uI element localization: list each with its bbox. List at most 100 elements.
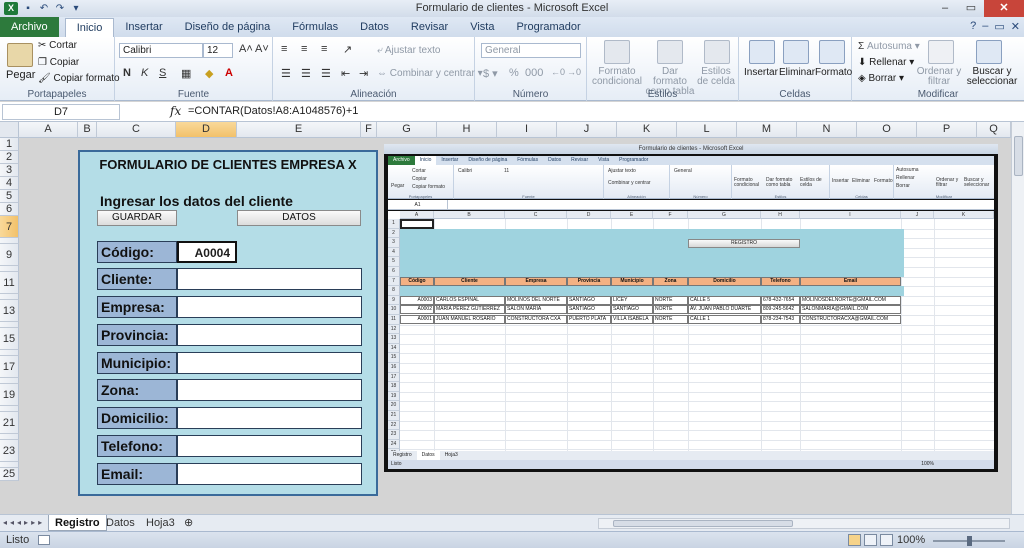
cell-styles-icon[interactable]	[704, 40, 730, 64]
percent-icon[interactable]: %	[509, 67, 519, 79]
insert-function-icon[interactable]: fx	[170, 104, 181, 118]
insert-sheet-icon[interactable]: ⊕	[178, 515, 199, 531]
tab-datos[interactable]: Datos	[349, 18, 400, 37]
excel-app-icon[interactable]: X	[4, 2, 18, 15]
sheet-tab-registro[interactable]: Registro	[48, 515, 107, 531]
row-header-11[interactable]: 11	[0, 272, 19, 294]
column-header-h[interactable]: H	[437, 122, 497, 138]
fill-color-icon[interactable]: ◆	[205, 67, 213, 80]
sort-filter-button[interactable]: Ordenar y filtrar	[916, 67, 962, 87]
row-header-17[interactable]: 17	[0, 356, 19, 378]
insert-button[interactable]: Insertar	[744, 67, 778, 78]
cell-styles-button[interactable]: Estilos de celda	[695, 67, 737, 87]
row-header-4[interactable]: 4	[0, 177, 19, 190]
font-size-select[interactable]: 12	[203, 43, 233, 58]
row-header-7[interactable]: 7	[0, 216, 19, 238]
sheet-tab-datos[interactable]: Datos	[100, 515, 141, 531]
comma-style-icon[interactable]: 000	[525, 67, 543, 79]
format-painter-button[interactable]: 🖌 Copiar formato	[38, 73, 120, 84]
tab-diseno-pagina[interactable]: Diseño de página	[174, 18, 282, 37]
align-middle-icon[interactable]: ≡	[301, 43, 307, 55]
minimize-icon[interactable]: –	[932, 0, 958, 17]
column-header-o[interactable]: O	[857, 122, 917, 138]
zoom-slider-knob[interactable]	[967, 536, 972, 546]
page-layout-view-icon[interactable]	[864, 534, 877, 546]
column-header-p[interactable]: P	[917, 122, 977, 138]
zoom-level[interactable]: 100%	[897, 534, 925, 546]
row-header-2[interactable]: 2	[0, 151, 19, 164]
column-header-l[interactable]: L	[677, 122, 737, 138]
save-icon[interactable]: ▪	[22, 3, 34, 14]
field-codigo[interactable]: A0004	[177, 241, 237, 263]
find-select-button[interactable]: Buscar y seleccionar	[962, 67, 1022, 87]
row-header-6[interactable]: 6	[0, 203, 19, 216]
ribbon-minimize-icon[interactable]: –	[982, 20, 988, 33]
formula-input[interactable]: =CONTAR(Datos!A8:A1048576)+1	[188, 105, 358, 117]
field-domicilio[interactable]	[177, 407, 362, 429]
redo-icon[interactable]: ↷	[54, 3, 66, 14]
tab-formulas[interactable]: Fórmulas	[281, 18, 349, 37]
undo-icon[interactable]: ↶	[38, 3, 50, 14]
vertical-scrollbar[interactable]	[1011, 122, 1024, 514]
field-email[interactable]	[177, 463, 362, 485]
binoculars-icon[interactable]	[976, 40, 1002, 64]
field-municipio[interactable]	[177, 352, 362, 374]
clear-button[interactable]: ◈ Borrar ▾	[858, 73, 904, 84]
row-header-13[interactable]: 13	[0, 300, 19, 322]
field-cliente[interactable]	[177, 268, 362, 290]
conditional-format-icon[interactable]	[604, 40, 630, 64]
tab-inicio[interactable]: Inicio	[64, 18, 115, 37]
shrink-font-icon[interactable]: A˅	[255, 43, 269, 55]
wrap-text-button[interactable]: ⤶ Ajustar texto	[377, 45, 440, 56]
row-header-23[interactable]: 23	[0, 440, 19, 462]
ribbon-restore-icon[interactable]: ▭	[994, 20, 1004, 33]
font-color-icon[interactable]: A	[225, 67, 233, 79]
name-box[interactable]: D7	[2, 104, 120, 120]
ribbon-close-icon[interactable]: ✕	[1011, 20, 1020, 33]
increase-indent-icon[interactable]: ⇥	[359, 67, 368, 80]
field-zona[interactable]	[177, 379, 362, 401]
copy-button[interactable]: ❐ Copiar	[38, 57, 79, 68]
row-header-25[interactable]: 25	[0, 468, 19, 481]
align-bottom-icon[interactable]: ≡	[321, 43, 327, 55]
horizontal-scroll-thumb[interactable]	[613, 520, 793, 527]
column-header-n[interactable]: N	[797, 122, 857, 138]
column-header-b[interactable]: B	[78, 122, 97, 138]
column-header-m[interactable]: M	[737, 122, 797, 138]
guardar-button[interactable]: GUARDAR	[97, 210, 177, 226]
close-icon[interactable]: ✕	[984, 0, 1024, 17]
customize-qat-icon[interactable]: ▾	[70, 3, 82, 14]
grow-font-icon[interactable]: A˄	[239, 43, 253, 55]
align-left-icon[interactable]: ☰	[281, 67, 291, 80]
format-as-table-icon[interactable]	[657, 40, 683, 64]
field-telefono[interactable]	[177, 435, 362, 457]
paste-icon[interactable]	[7, 43, 33, 67]
orientation-icon[interactable]: ↗	[343, 43, 352, 56]
font-name-select[interactable]: Calibri	[119, 43, 203, 58]
column-header-e[interactable]: E	[237, 122, 361, 138]
fill-button[interactable]: ⬇ Rellenar ▾	[858, 57, 914, 68]
format-button[interactable]: Formato	[815, 67, 852, 78]
tab-revisar[interactable]: Revisar	[400, 18, 459, 37]
row-header-9[interactable]: 9	[0, 244, 19, 266]
autosum-button[interactable]: Σ Autosuma ▾	[858, 41, 920, 52]
column-header-i[interactable]: I	[497, 122, 557, 138]
increase-decimal-icon[interactable]: ←0	[551, 67, 565, 77]
bold-button[interactable]: N	[123, 67, 131, 79]
align-right-icon[interactable]: ☰	[321, 67, 331, 80]
column-header-f[interactable]: F	[361, 122, 377, 138]
number-format-select[interactable]: General	[481, 43, 581, 58]
italic-button[interactable]: K	[141, 67, 148, 79]
help-icon[interactable]: ?	[970, 20, 976, 33]
column-header-c[interactable]: C	[97, 122, 176, 138]
decrease-indent-icon[interactable]: ⇤	[341, 67, 350, 80]
column-header-g[interactable]: G	[377, 122, 437, 138]
maximize-icon[interactable]: ▭	[958, 0, 984, 17]
normal-view-icon[interactable]	[848, 534, 861, 546]
row-header-5[interactable]: 5	[0, 190, 19, 203]
tab-archivo[interactable]: Archivo	[0, 17, 59, 37]
field-provincia[interactable]	[177, 324, 362, 346]
column-header-q[interactable]: Q	[977, 122, 1011, 138]
sort-filter-icon[interactable]	[928, 40, 954, 64]
underline-button[interactable]: S	[159, 67, 166, 79]
